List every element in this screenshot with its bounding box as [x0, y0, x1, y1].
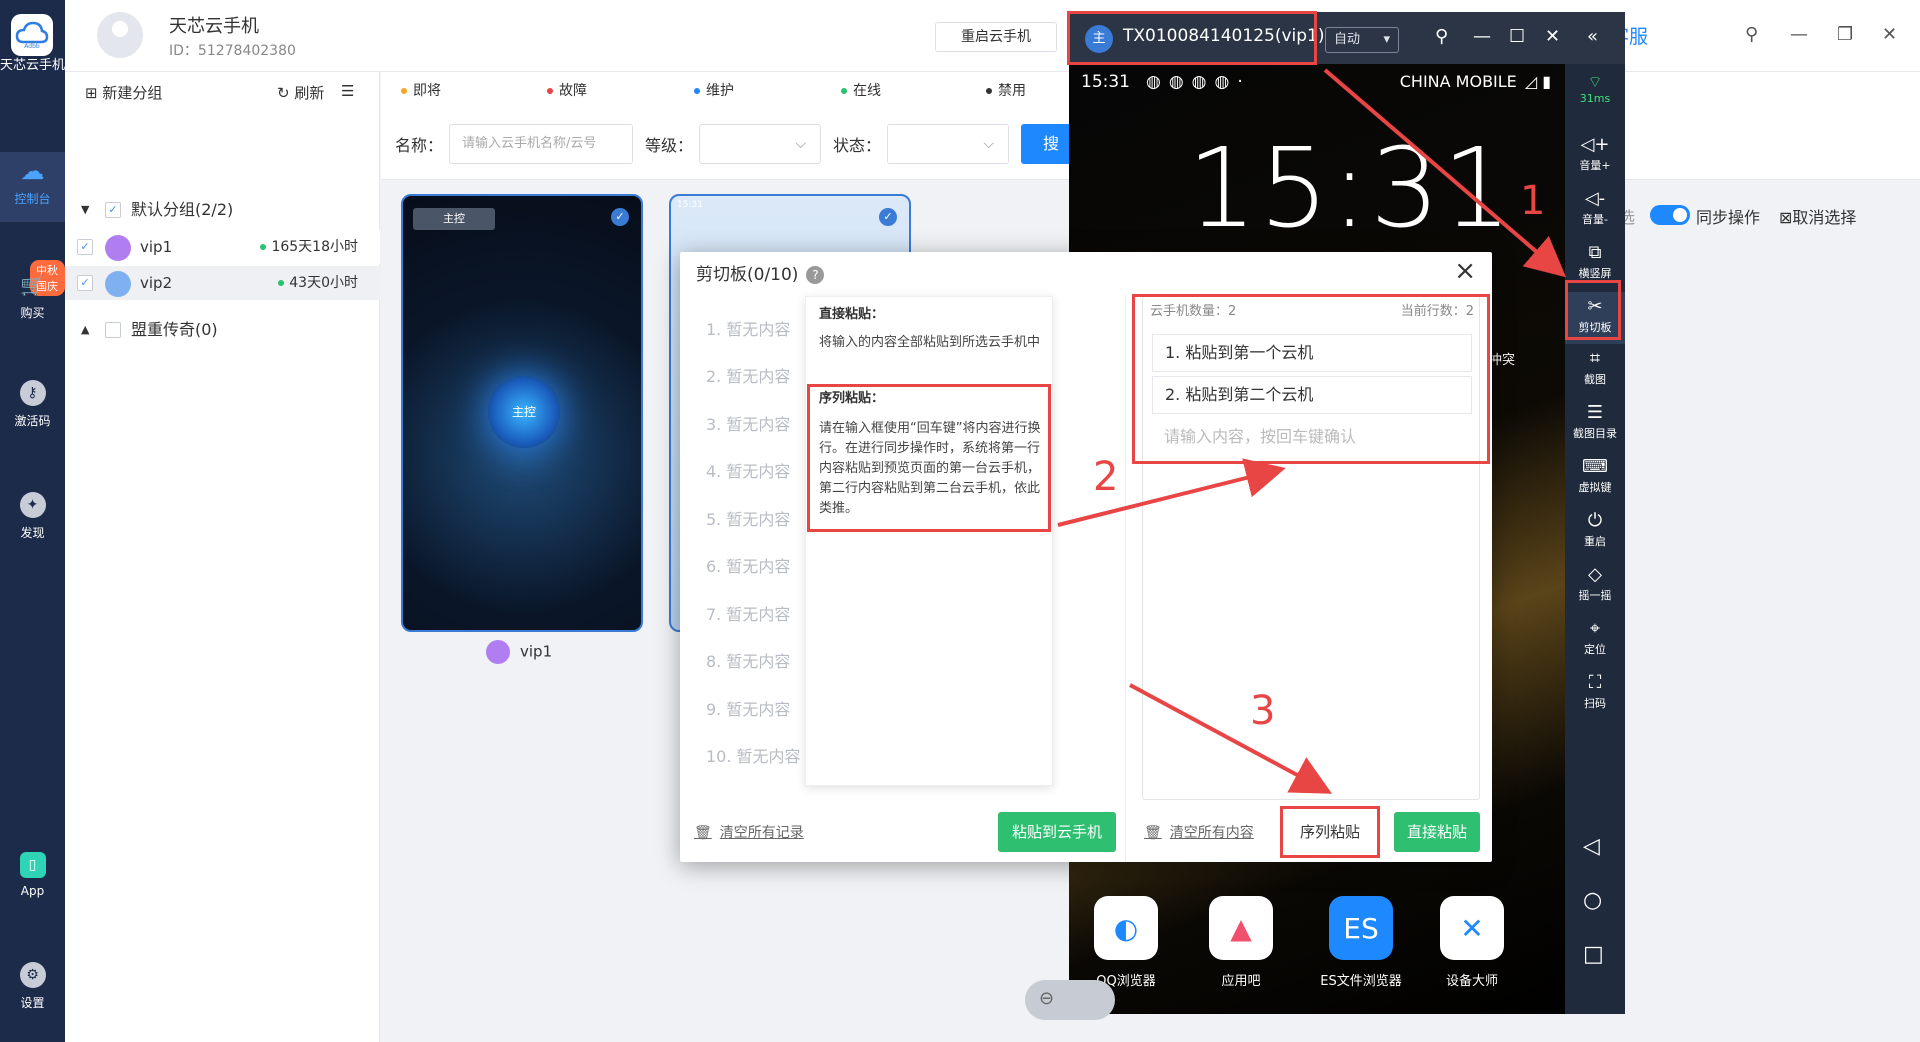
arrow-3 — [1129, 683, 1333, 794]
annotation-number: 2 — [1093, 454, 1119, 500]
annotation-number: 1 — [1520, 178, 1546, 224]
annotation-arrows — [1057, 68, 1567, 794]
annotation-number: 3 — [1250, 688, 1276, 734]
arrow-1 — [1323, 68, 1567, 278]
arrow-2 — [1057, 458, 1286, 527]
